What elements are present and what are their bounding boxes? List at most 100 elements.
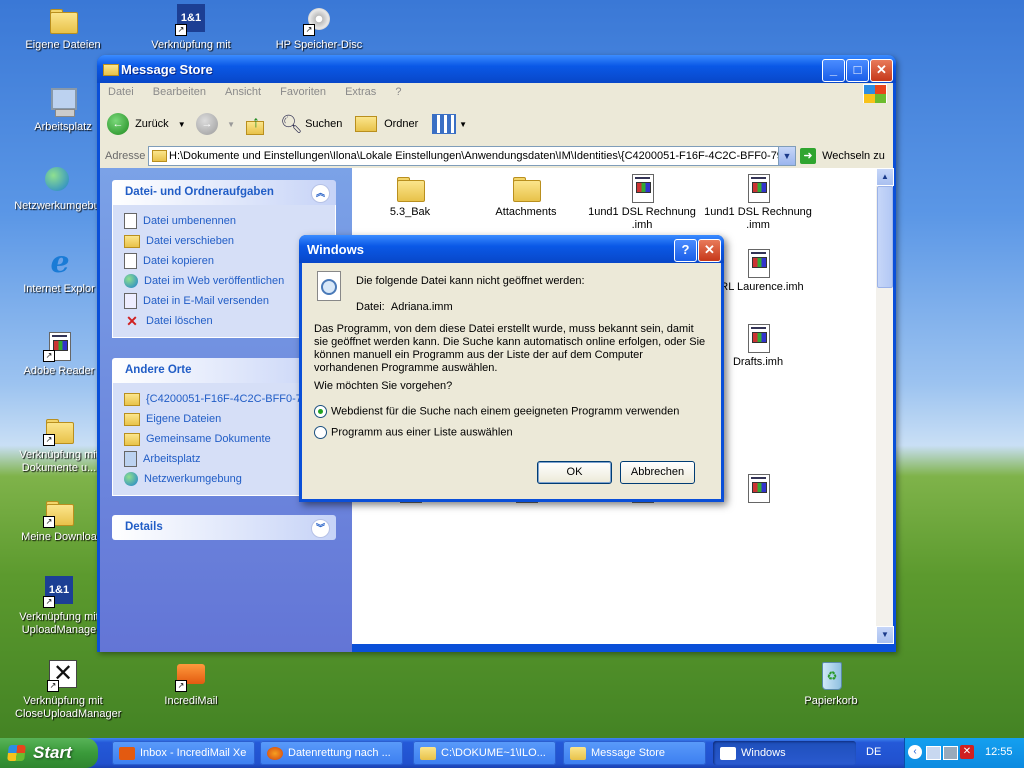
recycle-bin-icon: ♻ [815, 660, 847, 692]
dialog-body: Die folgende Datei kann nicht geöffnet w… [302, 263, 721, 499]
file-item[interactable]: 1und1 DSL Rechnung .imm [700, 172, 816, 232]
file-item[interactable]: 1und1 DSL Rechnung .imh [584, 172, 700, 232]
scroll-thumb[interactable] [877, 186, 893, 288]
task-label: Datei im Web veröffentlichen [144, 275, 285, 287]
go-arrow-icon: ➜ [800, 148, 816, 165]
desktop-icon-adobe-reader[interactable]: ↗ Adobe Reader [11, 330, 107, 378]
address-input[interactable]: H:\Dokumente und Einstellungen\Ilona\Lok… [148, 146, 796, 166]
folder-icon [47, 4, 79, 36]
copy-icon [124, 253, 137, 270]
task-move-file[interactable]: Datei verschieben [124, 231, 325, 251]
place-gemeinsame-dokumente[interactable]: Gemeinsame Dokumente [124, 429, 325, 449]
radio-selected-icon[interactable] [314, 405, 327, 418]
task-label: C:\DOKUME~1\ILO... [441, 747, 546, 759]
back-button[interactable]: ← Zurück ▼ [107, 111, 186, 137]
help-button[interactable]: ? [674, 239, 697, 262]
dialog-titlebar[interactable]: Windows ? ✕ [299, 235, 724, 263]
views-icon [432, 114, 456, 135]
desktop-icon-label: Verknüpfung mit CloseUploadManager [15, 695, 122, 720]
menu-help[interactable]: ? [387, 83, 409, 101]
menu-datei[interactable]: Datei [100, 83, 142, 101]
dialog-close-button[interactable]: ✕ [698, 239, 721, 262]
taskbar-item-incredimail[interactable]: Inbox - IncrediMail Xe [112, 741, 255, 765]
up-folder-button[interactable]: ↑ [244, 111, 266, 137]
taskbar-item-windows-dialog[interactable]: Windows [713, 741, 856, 765]
desktop-icon-incredimail[interactable]: ↗ IncrediMail [143, 660, 239, 708]
menu-extras[interactable]: Extras [337, 83, 384, 101]
file-tasks-header[interactable]: Datei- und Ordneraufgaben ︽ [112, 180, 336, 205]
desktop-icon-1und1-shortcut[interactable]: 1&1 ↗ Verknüpfung mit [143, 4, 239, 52]
collapse-icon[interactable]: ︽ [311, 184, 330, 203]
language-indicator[interactable]: DE [866, 746, 881, 758]
desktop-icon-eigene-dateien[interactable]: Eigene Dateien [15, 4, 111, 52]
desktop-icon-netzwerkumgebung[interactable]: Netzwerkumgebu [9, 165, 105, 213]
desktop-icon-internet-explorer[interactable]: e Internet Explor [11, 248, 107, 296]
menu-favoriten[interactable]: Favoriten [272, 83, 334, 101]
panel-title: Andere Orte [125, 364, 192, 376]
desktop-icon-label: Verknüpfung mit [151, 39, 231, 51]
option-web-radio[interactable]: Webdienst für die Suche nach einem geeig… [314, 405, 679, 418]
desktop-icon-hp-speicher-disc[interactable]: ↗ HP Speicher-Disc [271, 4, 367, 52]
panel-title: Datei- und Ordneraufgaben [125, 186, 274, 198]
folder-icon [355, 116, 377, 133]
menu-bearbeiten[interactable]: Bearbeiten [145, 83, 214, 101]
place-arbeitsplatz[interactable]: Arbeitsplatz [124, 449, 325, 469]
expand-icon[interactable]: ︾ [311, 519, 330, 538]
folder-icon: ↗ [43, 496, 75, 528]
start-button[interactable]: Start [0, 738, 98, 768]
desktop-icon-label: Netzwerkumgebu [14, 200, 100, 212]
minimize-button[interactable]: _ [822, 59, 845, 82]
file-name-label: 5.3_Bak [389, 206, 431, 218]
clock[interactable]: 12:55 [985, 746, 1013, 758]
maximize-button[interactable]: □ [846, 59, 869, 82]
views-button[interactable]: ▼ [432, 111, 467, 137]
folder-icon [570, 746, 586, 760]
cancel-button[interactable]: Abbrechen [620, 461, 695, 484]
desktop-icon-label: Verknüpfung mit Dokumente u... [19, 449, 99, 474]
forward-button[interactable]: → ▼ [196, 111, 235, 137]
taskbar-item-firefox[interactable]: Datenrettung nach ... [260, 741, 403, 765]
task-copy-file[interactable]: Datei kopieren [124, 251, 325, 271]
place-netzwerkumgebung[interactable]: Netzwerkumgebung [124, 469, 325, 489]
desktop-icon-closeuploadmanager[interactable]: ✕ ↗ Verknüpfung mit CloseUploadManager [15, 660, 122, 721]
option-list-radio[interactable]: Programm aus einer Liste auswählen [314, 426, 513, 439]
scroll-up-button[interactable]: ▲ [876, 168, 894, 186]
radio-unselected-icon[interactable] [314, 426, 327, 439]
network-tray-icon[interactable] [926, 746, 941, 760]
task-rename-file[interactable]: Datei umbenennen [124, 211, 325, 231]
task-publish-web[interactable]: Datei im Web veröffentlichen [124, 271, 325, 291]
folder-item[interactable]: Attachments [468, 172, 584, 219]
chevron-left-icon[interactable]: ‹ [908, 745, 922, 759]
taskbar-item-message-store[interactable]: Message Store [563, 741, 706, 765]
option-web-label: Webdienst für die Suche nach einem geeig… [331, 405, 680, 418]
folder-icon [394, 172, 426, 204]
place-eigene-dateien[interactable]: Eigene Dateien [124, 409, 325, 429]
desktop-icon-papierkorb[interactable]: ♻ Papierkorb [783, 660, 879, 708]
details-header[interactable]: Details ︾ [112, 515, 336, 540]
task-email-file[interactable]: Datei in E-Mail versenden [124, 291, 325, 311]
close-button[interactable]: ✕ [870, 59, 893, 82]
internet-explorer-icon: e [50, 245, 70, 280]
antivirus-tray-icon[interactable]: ✕ [960, 745, 974, 759]
go-button[interactable]: ➜ Wechseln zu [800, 147, 885, 165]
ok-button[interactable]: OK [537, 461, 612, 484]
menu-ansicht[interactable]: Ansicht [217, 83, 269, 101]
taskbar-item-explorer-path[interactable]: C:\DOKUME~1\ILO... [413, 741, 556, 765]
desktop-icon-uploadmanager[interactable]: 1&1 ↗ Verknüpfung mit UploadManage [11, 576, 107, 637]
toolbar: ← Zurück ▼ → ▼ ↑ 🔍︎ Suchen Ordner ▼ [100, 103, 893, 145]
desktop-icon-meine-downloads[interactable]: ↗ Meine Downloa [11, 496, 107, 544]
search-button[interactable]: 🔍︎ Suchen [280, 111, 342, 137]
place-parent-folder[interactable]: {C4200051-F16F-4C2C-BFF0-7... [124, 389, 325, 409]
scroll-down-button[interactable]: ▼ [876, 626, 894, 644]
folder-item[interactable]: 5.3_Bak [352, 172, 468, 219]
address-dropdown-button[interactable]: ▼ [778, 146, 796, 166]
open-with-dialog: Windows ? ✕ Die folgende Datei kann nich… [299, 235, 724, 502]
desktop-icon-dokumente-shortcut[interactable]: ↗ Verknüpfung mit Dokumente u... [11, 414, 107, 475]
task-delete-file[interactable]: ✕ Datei löschen [124, 311, 325, 331]
vertical-scrollbar[interactable]: ▲ ▼ [876, 168, 894, 644]
monitor-tray-icon[interactable] [943, 746, 958, 760]
folders-button[interactable]: Ordner [355, 111, 418, 137]
window-titlebar[interactable]: Message Store _ □ ✕ [97, 55, 896, 83]
desktop-icon-label: Internet Explor [23, 283, 95, 295]
search-icon: 🔍︎ [280, 114, 303, 135]
